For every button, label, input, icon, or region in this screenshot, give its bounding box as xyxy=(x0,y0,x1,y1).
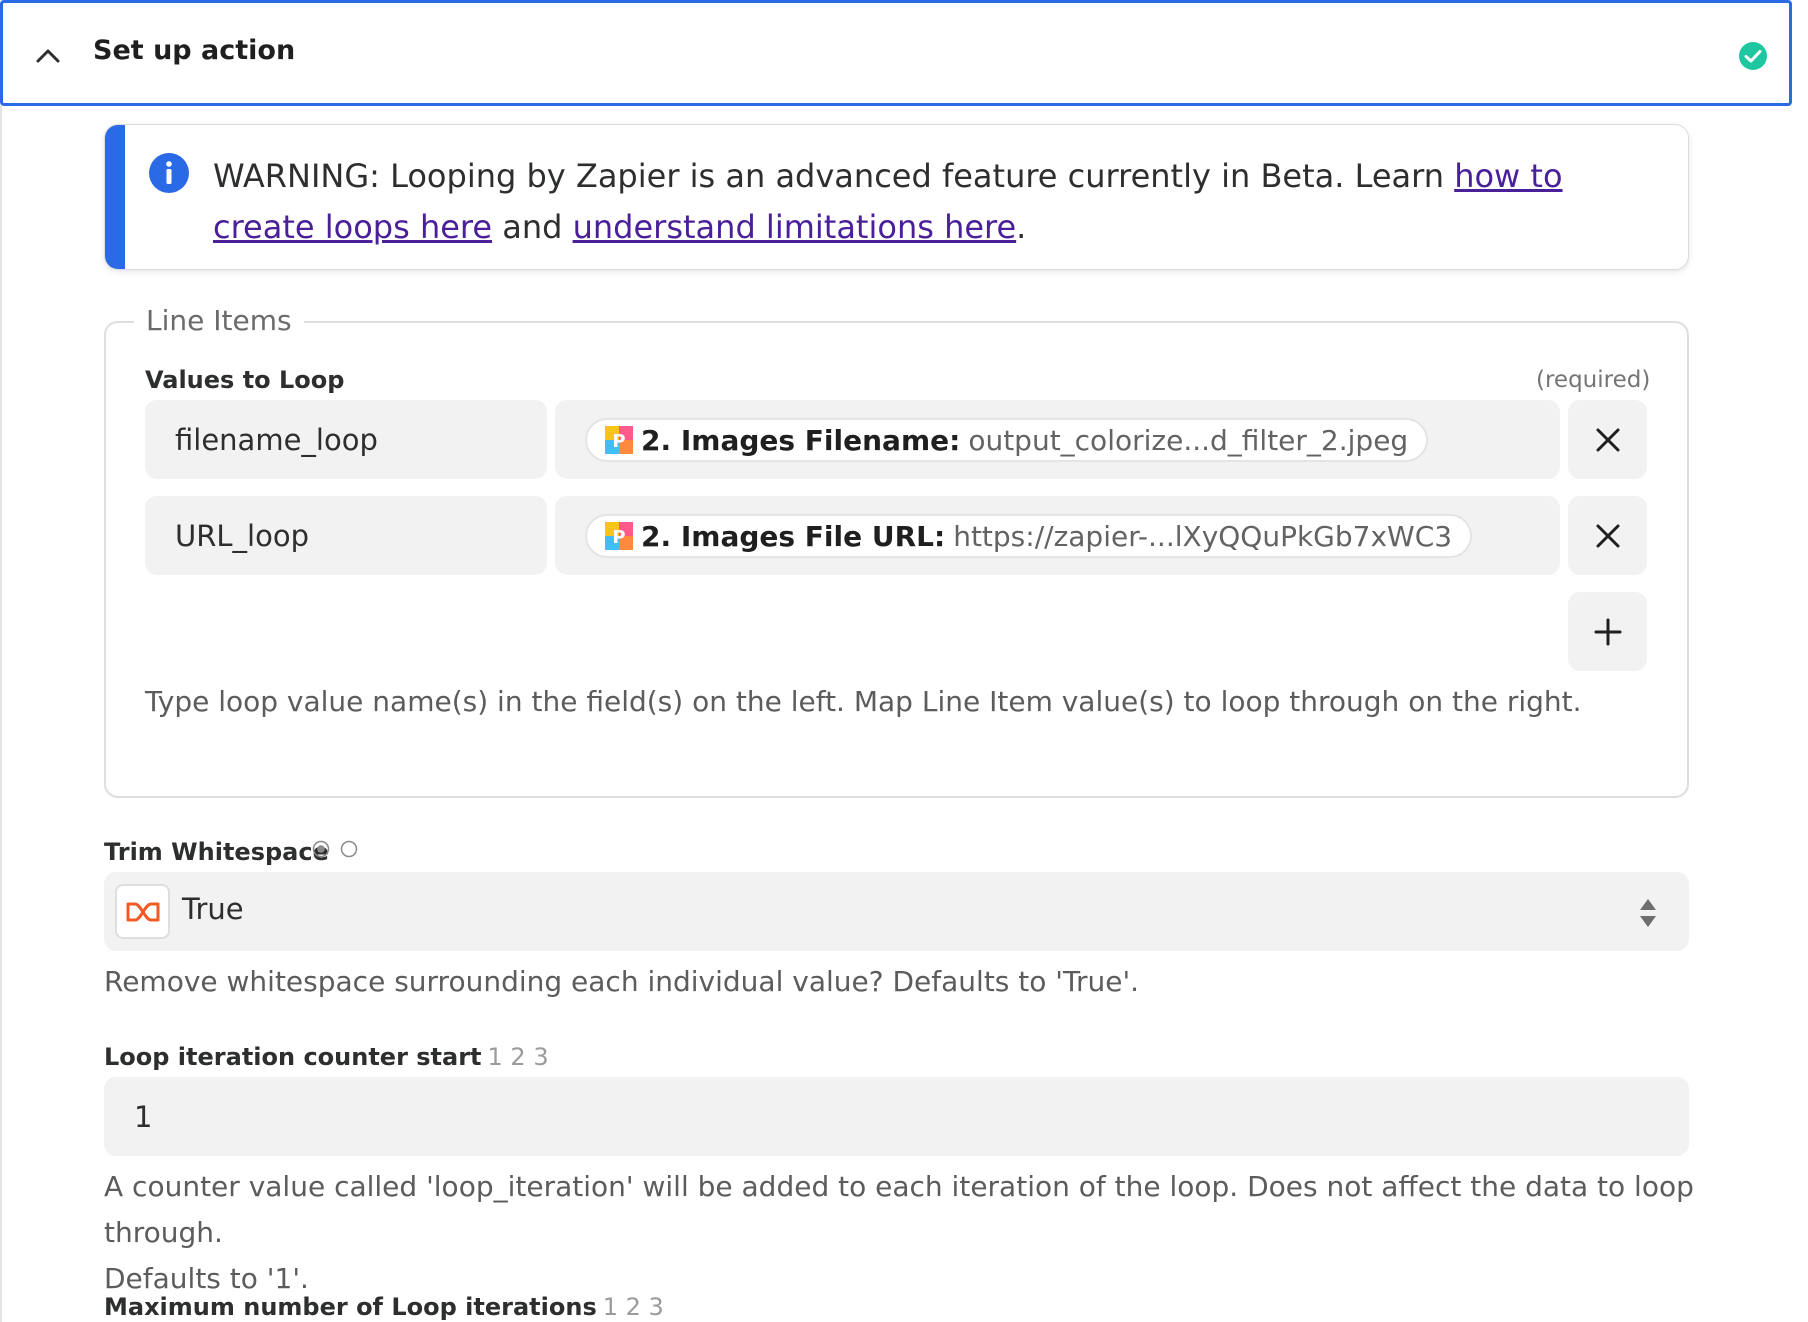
remove-row-button[interactable] xyxy=(1568,496,1647,575)
pill-value: output_colorize...d_filter_2.jpeg xyxy=(968,423,1409,457)
line-items-legend: Line Items xyxy=(134,304,304,337)
number-type-indicator: 1 2 3 xyxy=(602,1293,664,1321)
counter-start-input[interactable]: 1 xyxy=(104,1077,1689,1156)
svg-text:P: P xyxy=(612,431,625,452)
step-header[interactable]: Set up action xyxy=(0,0,1792,106)
plus-icon xyxy=(1594,618,1621,645)
warning-text: WARNING: Looping by Zapier is an advance… xyxy=(213,151,1653,253)
add-row-button[interactable] xyxy=(1568,592,1647,671)
app-icon: P xyxy=(605,426,633,454)
close-icon xyxy=(1596,524,1619,547)
loop-value-input[interactable]: P 2. Images File URL: https://zapier-...… xyxy=(555,496,1560,575)
warning-text-end: . xyxy=(1016,208,1027,246)
field-type-indicator xyxy=(312,840,358,858)
loop-key-input[interactable]: URL_loop xyxy=(145,496,547,575)
counter-start-description: A counter value called 'loop_iteration' … xyxy=(104,1164,1808,1302)
warning-accent-bar xyxy=(105,125,125,269)
max-iterations-label: Maximum number of Loop iterations 1 2 3 xyxy=(104,1293,664,1321)
select-arrows-icon xyxy=(1640,899,1656,927)
max-iterations-label-text: Maximum number of Loop iterations xyxy=(104,1293,597,1321)
counter-start-label-text: Loop iteration counter start xyxy=(104,1043,482,1071)
mapped-field-pill[interactable]: P 2. Images Filename: output_colorize...… xyxy=(585,418,1429,462)
values-to-loop-label: Values to Loop xyxy=(145,366,345,394)
trim-whitespace-label: Trim Whitespace xyxy=(104,838,329,866)
loop-key-input[interactable]: filename_loop xyxy=(145,400,547,479)
trim-whitespace-label-text: Trim Whitespace xyxy=(104,838,329,866)
radio-icon xyxy=(340,840,358,858)
warning-text-middle: and xyxy=(492,208,573,246)
right-gutter xyxy=(1792,0,1808,1322)
counter-start-label: Loop iteration counter start 1 2 3 xyxy=(104,1043,549,1071)
trim-whitespace-value: True xyxy=(182,892,244,926)
close-icon xyxy=(1596,428,1619,451)
mapped-field-pill[interactable]: P 2. Images File URL: https://zapier-...… xyxy=(585,514,1473,558)
svg-text:P: P xyxy=(612,527,625,548)
warning-text-start: WARNING: Looping by Zapier is an advance… xyxy=(213,157,1455,195)
chevron-up-icon[interactable] xyxy=(33,41,63,71)
info-icon xyxy=(149,153,189,193)
number-type-indicator: 1 2 3 xyxy=(487,1043,549,1071)
trim-whitespace-description: Remove whitespace surrounding each indiv… xyxy=(104,965,1140,998)
pill-value: https://zapier-...lXyQQuPkGb7xWC3 xyxy=(953,519,1453,553)
required-indicator: (required) xyxy=(1536,367,1651,393)
pill-label: 2. Images File URL: xyxy=(641,519,946,553)
check-circle-icon xyxy=(1738,41,1768,71)
pill-label: 2. Images Filename: xyxy=(641,423,961,457)
left-border xyxy=(0,106,2,1322)
looping-icon xyxy=(115,884,170,939)
app-icon: P xyxy=(605,522,633,550)
radio-icon xyxy=(312,840,330,858)
remove-row-button[interactable] xyxy=(1568,400,1647,479)
beta-warning: WARNING: Looping by Zapier is an advance… xyxy=(104,124,1689,270)
loop-value-input[interactable]: P 2. Images Filename: output_colorize...… xyxy=(555,400,1560,479)
understand-limitations-link[interactable]: understand limitations here xyxy=(573,208,1017,246)
trim-whitespace-select[interactable]: True xyxy=(104,872,1689,951)
step-title: Set up action xyxy=(93,35,296,66)
line-items-helper-text: Type loop value name(s) in the field(s) … xyxy=(145,685,1582,718)
counter-description-line1: A counter value called 'loop_iteration' … xyxy=(104,1170,1694,1249)
